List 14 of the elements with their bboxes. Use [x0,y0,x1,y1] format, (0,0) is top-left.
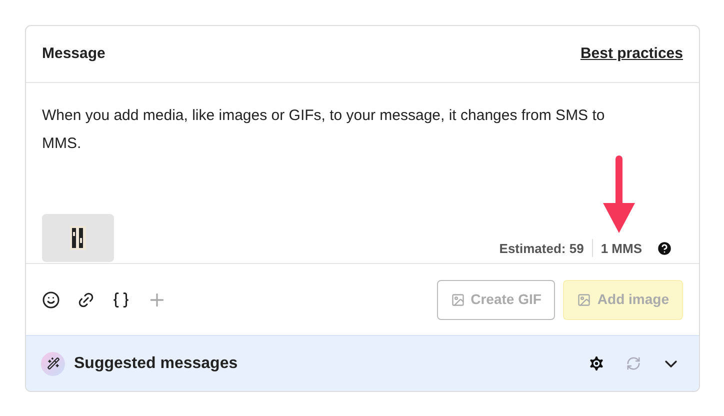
braces-icon[interactable] [112,290,130,308]
settings-icon[interactable] [587,354,606,373]
emoji-icon[interactable] [42,290,60,308]
image-icon [577,292,592,306]
best-practices-link[interactable]: Best practices [580,42,683,66]
message-field[interactable]: When you add media, like images or GIFs, to your message, it changes from SMS to MMS. [42,102,627,178]
estimated-count: Estimated: 59 [499,240,584,258]
help-icon[interactable] [656,240,673,257]
segment-count: 1 MMS [600,240,642,258]
suggested-title: Suggested messages [74,354,238,374]
image-icon [450,292,465,306]
wand-icon [41,352,65,376]
attachment-thumbnail[interactable] [42,214,114,262]
card-title: Message [42,44,106,64]
